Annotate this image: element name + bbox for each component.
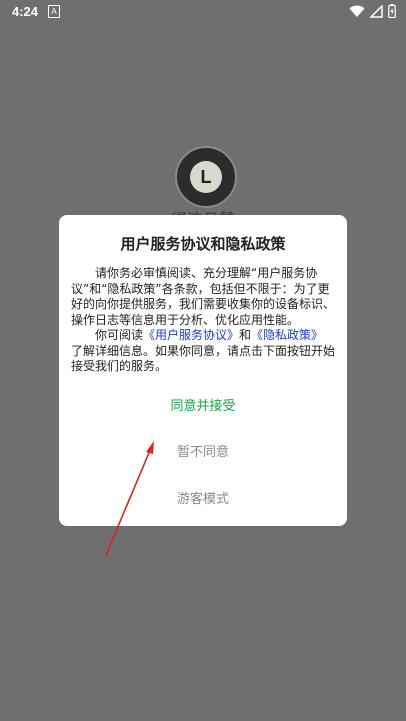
annotation-arrow-icon — [105, 441, 154, 556]
